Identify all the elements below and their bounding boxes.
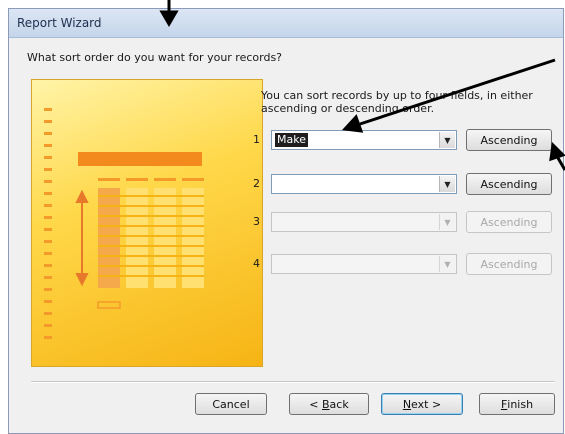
footer-separator: [31, 381, 555, 383]
finish-button-label: inish: [507, 397, 534, 411]
back-button[interactable]: < Back: [289, 393, 369, 415]
sort-row-4-number: 4: [253, 257, 260, 270]
next-button[interactable]: Next >: [381, 393, 463, 415]
sort-row-3-number: 3: [253, 215, 260, 228]
title-bar: Report Wizard: [9, 9, 563, 38]
sort-order-3-button[interactable]: Ascending: [466, 211, 552, 233]
sort-field-1-value: Make: [275, 133, 308, 147]
next-button-label: ext >: [411, 397, 442, 411]
window-title: Report Wizard: [17, 16, 102, 30]
finish-button[interactable]: Finish: [479, 393, 555, 415]
sort-field-1-combo[interactable]: Make ▼: [271, 130, 457, 150]
sort-order-2-button[interactable]: Ascending: [466, 173, 552, 195]
dropdown-arrow-icon[interactable]: ▼: [439, 176, 455, 192]
back-button-prefix: <: [309, 397, 322, 411]
back-button-label: ack: [329, 397, 349, 411]
sort-row-1-number: 1: [253, 133, 260, 146]
dropdown-arrow-icon[interactable]: ▼: [439, 214, 455, 230]
report-preview-graphic: [44, 108, 204, 339]
sort-info-text: You can sort records by up to four field…: [261, 89, 533, 115]
sort-field-3-combo[interactable]: ▼: [271, 212, 457, 232]
sort-prompt: What sort order do you want for your rec…: [27, 51, 283, 64]
dropdown-arrow-icon[interactable]: ▼: [439, 256, 455, 272]
sort-order-1-button[interactable]: Ascending: [466, 129, 552, 151]
back-button-mnemonic: B: [322, 397, 330, 411]
sort-field-2-combo[interactable]: ▼: [271, 174, 457, 194]
dropdown-arrow-icon[interactable]: ▼: [439, 132, 455, 148]
report-preview-illustration: [31, 79, 263, 367]
sort-field-4-combo[interactable]: ▼: [271, 254, 457, 274]
sort-order-4-button[interactable]: Ascending: [466, 253, 552, 275]
sort-row-2-number: 2: [253, 177, 260, 190]
report-wizard-window: Report Wizard What sort order do you wan…: [8, 8, 564, 434]
next-button-mnemonic: N: [402, 397, 412, 411]
cancel-button[interactable]: Cancel: [195, 393, 267, 415]
